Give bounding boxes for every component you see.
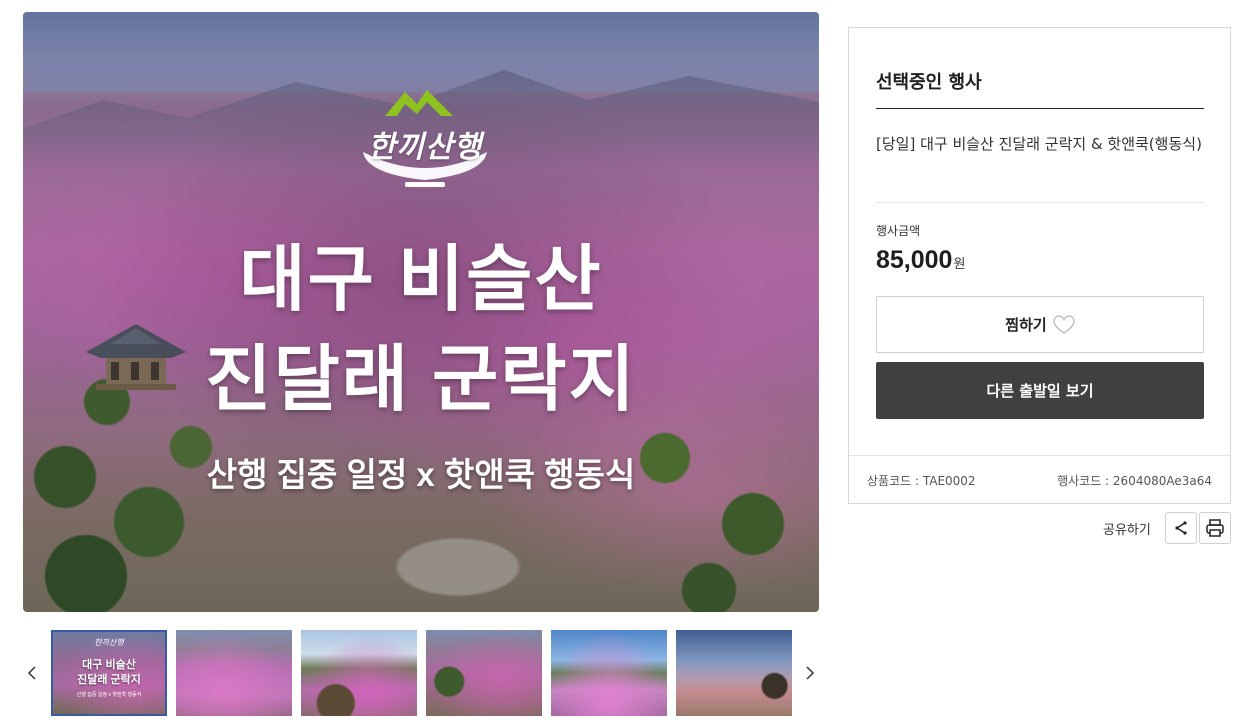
wishlist-button[interactable]: 찜하기 — [876, 296, 1204, 353]
price-unit: 원 — [953, 257, 966, 272]
thumbnail-title-line2: 진달래 군락지 — [77, 674, 141, 686]
main-product-image: 한끼산행 대구 비슬산 진달래 군락지 산행 집중 일정 x 핫앤쿡 행동식 — [23, 12, 819, 612]
panel-heading: 선택중인 행사 — [876, 72, 982, 93]
hankki-sanhaeng-logo: 한끼산행 — [345, 84, 505, 194]
thumbnail-2[interactable] — [176, 630, 292, 716]
product-code: 상품코드 : TAE0002 — [867, 474, 976, 488]
hero-title-line2: 진달래 군락지 — [205, 340, 637, 420]
hero-title-line1: 대구 비슬산 — [239, 240, 603, 320]
wishlist-label: 찜하기 — [1005, 316, 1047, 334]
share-icon — [1175, 521, 1187, 535]
thumbnail-1[interactable]: 한끼산행 대구 비슬산 진달래 군락지 산행 집중 일정 x 핫앤쿡 행동식 — [51, 630, 167, 716]
hero-subtitle: 산행 집중 일정 x 핫앤쿡 행동식 — [206, 456, 636, 493]
heading-divider — [876, 108, 1204, 109]
thumbnail-subtitle: 산행 집중 일정 x 핫앤쿡 행동식 — [76, 692, 142, 698]
footer-divider — [849, 455, 1230, 456]
event-code: 행사코드 : 2604080Ae3a64 — [1057, 474, 1212, 488]
thumbnail-logo-text: 한끼산행 — [94, 638, 124, 647]
share-label: 공유하기 — [1103, 523, 1151, 538]
share-button[interactable] — [1165, 512, 1197, 544]
thumbnail-4[interactable] — [426, 630, 542, 716]
thumbnail-6[interactable] — [676, 630, 792, 716]
price-label: 행사금액 — [876, 224, 921, 238]
section-divider — [876, 202, 1204, 203]
logo-text: 한끼산행 — [367, 130, 483, 165]
thumbnail-prev-button[interactable] — [23, 660, 41, 686]
selected-event-panel: 선택중인 행사 [당일] 대구 비슬산 진달래 군락지 & 핫앤쿡(행동식) 행… — [848, 27, 1231, 504]
event-name: [당일] 대구 비슬산 진달래 군락지 & 핫앤쿡(행동식) — [876, 135, 1202, 153]
price-value: 85,000 — [876, 246, 953, 274]
chevron-left-icon — [27, 666, 36, 680]
heart-outline-icon — [1053, 314, 1075, 334]
thumbnail-5[interactable] — [551, 630, 667, 716]
price: 85,000원 — [876, 246, 965, 275]
thumbnail-3[interactable] — [301, 630, 417, 716]
printer-icon — [1206, 519, 1224, 537]
chevron-right-icon — [806, 666, 815, 680]
thumbnail-next-button[interactable] — [801, 660, 819, 686]
thumbnail-title-line1: 대구 비슬산 — [82, 659, 136, 671]
other-departure-dates-button[interactable]: 다른 출발일 보기 — [876, 362, 1204, 419]
print-button[interactable] — [1199, 512, 1231, 544]
